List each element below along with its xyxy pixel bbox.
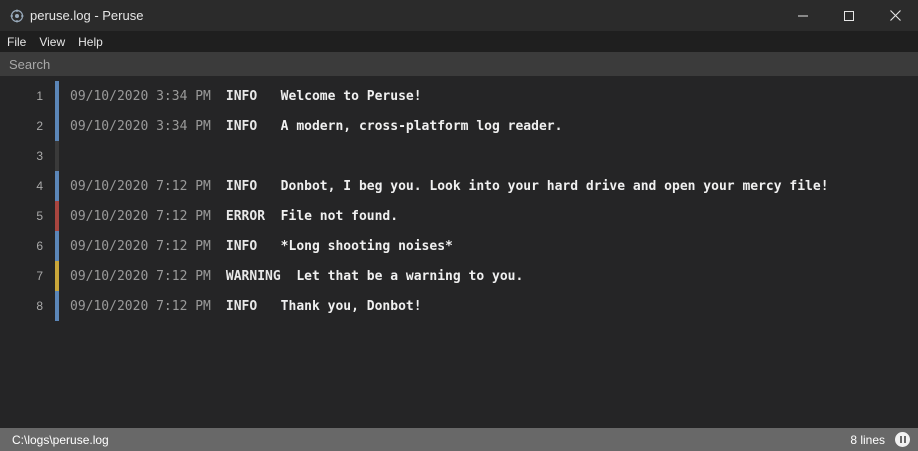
log-message: Welcome to Peruse! [280, 88, 422, 104]
maximize-button[interactable] [826, 0, 872, 31]
window-title: peruse.log - Peruse [30, 8, 144, 23]
log-level: INFO [225, 118, 258, 134]
log-message: Let that be a warning to you. [296, 268, 524, 284]
log-message: File not found. [280, 208, 399, 224]
line-number: 2 [36, 119, 43, 133]
log-row[interactable]: 5 09/10/2020 7:12 PM ERROR File not foun… [0, 201, 918, 231]
line-number: 6 [36, 239, 43, 253]
line-number: 4 [36, 179, 43, 193]
line-count: 8 lines [850, 432, 885, 447]
log-row[interactable]: 4 09/10/2020 7:12 PM INFO Donbot, I beg … [0, 171, 918, 201]
level-indicator [55, 111, 59, 141]
log-row[interactable]: 3 [0, 141, 918, 171]
log-row[interactable]: 2 09/10/2020 3:34 PM INFO A modern, cros… [0, 111, 918, 141]
level-indicator [55, 141, 59, 171]
line-number: 7 [36, 269, 43, 283]
search-bar [0, 52, 918, 76]
timestamp: 09/10/2020 7:12 PM [70, 268, 211, 284]
log-message: *Long shooting noises* [280, 238, 453, 254]
close-icon [889, 10, 901, 21]
app-icon [10, 9, 24, 23]
menu-help[interactable]: Help [71, 35, 109, 49]
log-level: ERROR [225, 208, 266, 224]
log-level: INFO [225, 238, 258, 254]
log-row[interactable]: 8 09/10/2020 7:12 PM INFO Thank you, Don… [0, 291, 918, 321]
menu-file[interactable]: File [0, 35, 32, 49]
level-indicator [55, 291, 59, 321]
menu-bar: File View Help [0, 31, 918, 52]
pause-icon [899, 436, 907, 443]
maximize-icon [844, 10, 854, 21]
timestamp: 09/10/2020 7:12 PM [70, 208, 211, 224]
log-row[interactable]: 7 09/10/2020 7:12 PM WARNING Let that be… [0, 261, 918, 291]
line-number: 5 [36, 209, 43, 223]
timestamp: 09/10/2020 7:12 PM [70, 298, 211, 314]
log-level: INFO [225, 178, 258, 194]
line-number: 1 [36, 89, 43, 103]
log-level: INFO [225, 298, 258, 314]
close-button[interactable] [872, 0, 918, 31]
log-message: A modern, cross-platform log reader. [280, 118, 563, 134]
log-message: Thank you, Donbot! [280, 298, 422, 314]
timestamp: 09/10/2020 7:12 PM [70, 178, 211, 194]
timestamp: 09/10/2020 7:12 PM [70, 238, 211, 254]
menu-view[interactable]: View [32, 35, 71, 49]
title-bar: peruse.log - Peruse [0, 0, 918, 31]
log-row[interactable]: 1 09/10/2020 3:34 PM INFO Welcome to Per… [0, 81, 918, 111]
line-number: 3 [36, 149, 43, 163]
level-indicator [55, 231, 59, 261]
level-indicator [55, 201, 59, 231]
log-message: Donbot, I beg you. Look into your hard d… [280, 178, 829, 194]
file-path: C:\logs\peruse.log [12, 432, 109, 447]
pause-button[interactable] [895, 432, 910, 447]
log-row[interactable]: 6 09/10/2020 7:12 PM INFO *Long shooting… [0, 231, 918, 261]
status-bar: C:\logs\peruse.log 8 lines [0, 428, 918, 451]
timestamp: 09/10/2020 3:34 PM [70, 118, 211, 134]
minimize-button[interactable] [780, 0, 826, 31]
log-level: INFO [225, 88, 258, 104]
minimize-icon [798, 15, 808, 16]
timestamp: 09/10/2020 3:34 PM [70, 88, 211, 104]
log-level: WARNING [225, 268, 281, 284]
level-indicator [55, 261, 59, 291]
level-indicator [55, 171, 59, 201]
level-indicator [55, 81, 59, 111]
log-view[interactable]: 1 09/10/2020 3:34 PM INFO Welcome to Per… [0, 76, 918, 428]
search-input[interactable] [9, 53, 889, 75]
line-number: 8 [36, 299, 43, 313]
